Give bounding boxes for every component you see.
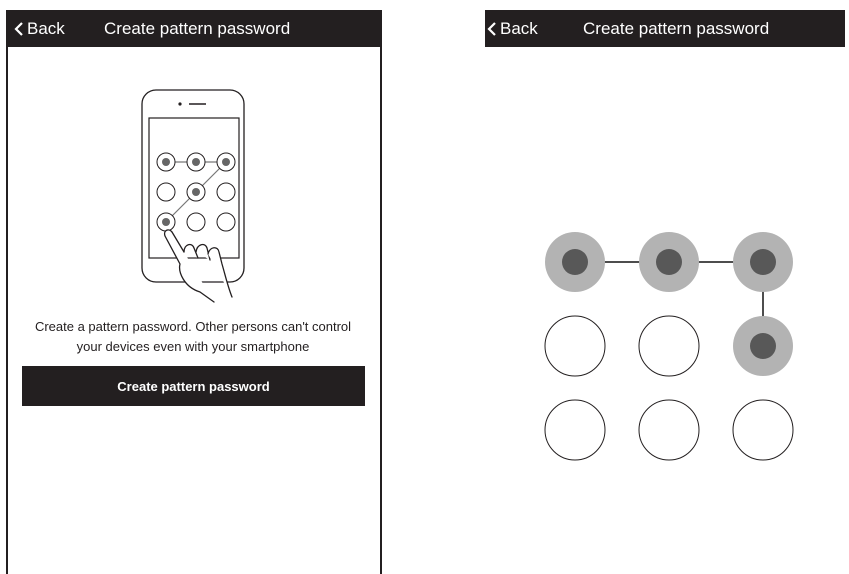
pattern-grid[interactable] [543, 225, 803, 485]
description-text: Create a pattern password. Other persons… [18, 317, 368, 357]
back-label: Back [27, 18, 65, 38]
page-title: Create pattern password [583, 19, 770, 38]
pattern-dot-6[interactable] [733, 316, 793, 376]
pattern-dot-8[interactable] [638, 399, 700, 461]
create-pattern-button[interactable]: Create pattern password [22, 366, 365, 406]
pattern-dot-7[interactable] [544, 399, 606, 461]
pattern-dot-9[interactable] [732, 399, 794, 461]
top-bar: Back Create pattern password [485, 10, 845, 47]
pattern-dot-5[interactable] [638, 315, 700, 377]
mini-pattern-grid [156, 152, 236, 232]
back-button[interactable]: Back [487, 10, 538, 47]
intro-screen: Back Create pattern password Create a pa… [6, 10, 382, 574]
pattern-dot-2[interactable] [639, 232, 699, 292]
back-button[interactable]: Back [14, 10, 65, 47]
chevron-left-icon [487, 21, 496, 36]
pattern-dot-1[interactable] [545, 232, 605, 292]
chevron-left-icon [14, 21, 23, 36]
pattern-dot-3[interactable] [733, 232, 793, 292]
description-line-1: Create a pattern password. Other persons… [34, 319, 352, 334]
phone-pattern-illustration [141, 89, 245, 303]
page-title: Create pattern password [104, 19, 291, 38]
pattern-entry-screen: Back Create pattern password [485, 10, 845, 574]
pattern-dot-4[interactable] [544, 315, 606, 377]
top-bar: Back Create pattern password [8, 10, 380, 47]
back-label: Back [500, 18, 538, 38]
description-line-2: your devices even with your smartphone [76, 339, 310, 354]
